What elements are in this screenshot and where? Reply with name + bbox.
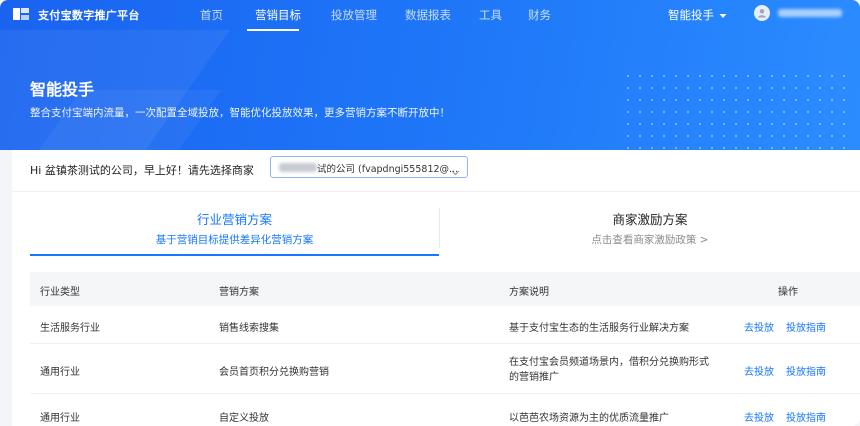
launch-guide-link[interactable]: 投放指南 xyxy=(786,409,826,424)
table-header: 行业类型 营销方案 方案说明 操作 xyxy=(30,272,860,306)
user-name-redacted[interactable] xyxy=(778,9,842,17)
table-row: 通用行业 自定义投放 以芭芭农场资源为主的优质流量推广 去投放 投放指南 xyxy=(30,394,860,426)
tab-title: 商家激励方案 xyxy=(612,212,688,227)
tab-subtitle-link[interactable]: 点击查看商家激励政策 > xyxy=(440,232,860,247)
cell-description: 以芭芭农场资源为主的优质流量推广 xyxy=(509,413,669,424)
smart-tool-menu[interactable]: 智能投手 xyxy=(668,7,727,23)
go-launch-link[interactable]: 去投放 xyxy=(744,409,774,424)
plans-table: 行业类型 营销方案 方案说明 操作 生活服务行业 销售线索搜集 基于支付宝生态的… xyxy=(30,272,860,426)
cell-description: 在支付宝会员频道场景内，借积分兑换购形式的营销推广 xyxy=(509,357,709,383)
chevron-down-icon xyxy=(719,8,727,22)
logo-icon[interactable] xyxy=(12,6,30,22)
cell-description: 基于支付宝生态的生活服务行业解决方案 xyxy=(509,323,689,334)
merchant-select[interactable]: 试的公司 (fvapdngi555812@... xyxy=(270,156,468,178)
col-industry: 行业类型 xyxy=(40,287,80,298)
plan-tabs: 行业营销方案 基于营销目标提供差异化营销方案 商家激励方案 点击查看商家激励政策… xyxy=(30,204,860,256)
merchant-name-redacted xyxy=(279,163,317,172)
merchant-select-bar: Hi 盆镇茶测试的公司，早上好！请先选择商家 试的公司 (fvapdngi555… xyxy=(12,150,860,192)
nav-active-indicator xyxy=(247,29,299,31)
top-navigation: 支付宝数字推广平台 首页 营销目标 投放管理 数据报表 工具 财务 智能投手 xyxy=(0,0,860,31)
cell-industry: 通用行业 xyxy=(40,413,80,424)
tab-active-indicator xyxy=(30,254,439,256)
cell-industry: 生活服务行业 xyxy=(40,323,100,334)
page-subtitle: 整合支付宝端内流量，一次配置全域投放，智能优化投放效果，更多营销方案不断开放中！ xyxy=(30,107,450,119)
nav-finance[interactable]: 财务 xyxy=(528,7,551,23)
launch-guide-link[interactable]: 投放指南 xyxy=(786,363,826,378)
cell-plan: 会员首页积分兑换购营销 xyxy=(219,367,329,378)
greeting-text: Hi 盆镇茶测试的公司，早上好！请先选择商家 xyxy=(30,164,254,177)
col-plan: 营销方案 xyxy=(219,287,259,298)
tab-subtitle: 基于营销目标提供差异化营销方案 xyxy=(155,234,314,246)
nav-tools[interactable]: 工具 xyxy=(479,7,502,23)
tab-industry-plans[interactable]: 行业营销方案 基于营销目标提供差异化营销方案 xyxy=(30,204,439,256)
cell-plan: 销售线索搜集 xyxy=(219,323,279,334)
tab-title: 行业营销方案 xyxy=(196,212,272,227)
cell-plan: 自定义投放 xyxy=(219,413,269,424)
table-row: 生活服务行业 销售线索搜集 基于支付宝生态的生活服务行业解决方案 去投放 投放指… xyxy=(30,306,860,344)
nav-home[interactable]: 首页 xyxy=(200,7,223,23)
merchant-select-value: 试的公司 (fvapdngi555812@... xyxy=(317,164,459,175)
nav-marketing-goals[interactable]: 营销目标 xyxy=(255,7,301,23)
user-avatar-icon[interactable] xyxy=(754,5,770,21)
hero-dot-pattern xyxy=(622,70,852,150)
plans-card: 行业营销方案 基于营销目标提供差异化营销方案 商家激励方案 点击查看商家激励政策… xyxy=(12,192,860,426)
col-description: 方案说明 xyxy=(509,287,549,298)
go-launch-link[interactable]: 去投放 xyxy=(744,363,774,378)
col-actions: 操作 xyxy=(778,287,798,298)
cell-industry: 通用行业 xyxy=(40,367,80,378)
nav-ad-management[interactable]: 投放管理 xyxy=(331,7,377,23)
page-title: 智能投手 xyxy=(30,80,95,99)
nav-data-reports[interactable]: 数据报表 xyxy=(405,7,451,23)
smart-tool-label: 智能投手 xyxy=(668,8,714,22)
go-launch-link[interactable]: 去投放 xyxy=(744,319,774,334)
table-row: 通用行业 会员首页积分兑换购营销 在支付宝会员频道场景内，借积分兑换购形式的营销… xyxy=(30,344,860,394)
launch-guide-link[interactable]: 投放指南 xyxy=(786,319,826,334)
hero-banner: 支付宝数字推广平台 首页 营销目标 投放管理 数据报表 工具 财务 智能投手 智… xyxy=(0,0,860,150)
select-chevron-icon xyxy=(451,162,460,181)
app-frame: 支付宝数字推广平台 首页 营销目标 投放管理 数据报表 工具 财务 智能投手 智… xyxy=(0,0,860,426)
brand-title[interactable]: 支付宝数字推广平台 xyxy=(38,7,140,23)
tab-merchant-incentives[interactable]: 商家激励方案 点击查看商家激励政策 > xyxy=(440,204,860,256)
